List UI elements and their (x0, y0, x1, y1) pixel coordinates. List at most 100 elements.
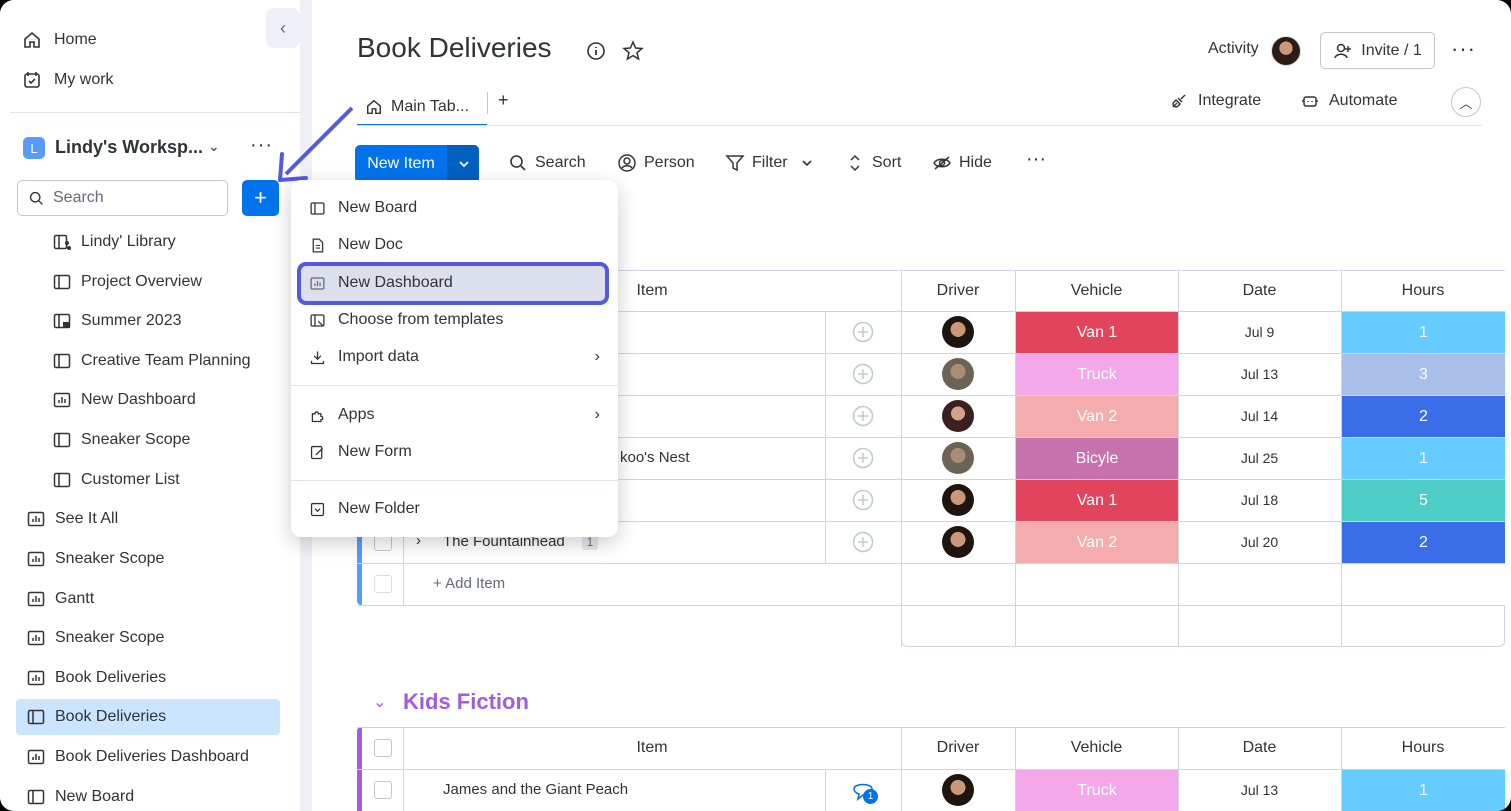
date-cell[interactable]: Jul 20 (1178, 534, 1341, 550)
avatar[interactable] (942, 358, 974, 390)
sidebar-search-input[interactable]: Search (17, 180, 228, 216)
avatar[interactable] (942, 774, 974, 806)
group-title[interactable]: Kids Fiction (403, 689, 529, 715)
sidebar-item[interactable]: Creative Team Planning (52, 343, 251, 379)
menu-choose-templates[interactable]: Choose from templates (309, 305, 503, 335)
avatar[interactable] (942, 400, 974, 432)
add-update-icon[interactable] (851, 320, 875, 344)
date-cell[interactable]: Jul 25 (1178, 450, 1341, 466)
search-button[interactable]: Search (508, 153, 586, 173)
menu-new-board[interactable]: New Board (309, 193, 417, 223)
sidebar-item[interactable]: Sneaker Scope (26, 620, 164, 656)
invite-button[interactable]: Invite / 1 (1320, 32, 1435, 69)
sidebar-item[interactable]: Sneaker Scope (52, 422, 190, 458)
sidebar-item[interactable]: New Dashboard (52, 382, 196, 418)
column-header-vehicle[interactable]: Vehicle (1015, 282, 1178, 300)
date-cell[interactable]: Jul 9 (1178, 324, 1341, 340)
avatar[interactable] (942, 484, 974, 516)
vehicle-status[interactable]: Van 1 (1016, 480, 1178, 521)
sidebar-item[interactable]: Sneaker Scope (26, 541, 164, 577)
vehicle-status[interactable]: Van 1 (1016, 312, 1178, 353)
column-header-hours[interactable]: Hours (1341, 739, 1505, 757)
tab-main-table[interactable]: Main Tab... (357, 90, 487, 126)
sidebar-item[interactable]: Project Overview (52, 264, 202, 300)
add-update-icon[interactable] (851, 446, 875, 470)
row-checkbox[interactable] (374, 781, 392, 799)
vehicle-status[interactable]: Van 2 (1016, 522, 1178, 563)
person-filter-button[interactable]: Person (617, 153, 695, 173)
avatar[interactable] (1271, 36, 1301, 66)
sidebar-item[interactable]: New Board (26, 779, 134, 811)
filter-button[interactable]: Filter (725, 153, 821, 173)
menu-new-folder[interactable]: New Folder (309, 494, 420, 524)
vehicle-status[interactable]: Truck (1016, 354, 1178, 395)
vehicle-status[interactable]: Truck (1016, 770, 1178, 811)
integrate-button[interactable]: Integrate (1169, 91, 1261, 111)
date-cell[interactable]: Jul 18 (1178, 492, 1341, 508)
add-update-icon[interactable] (851, 404, 875, 428)
sort-button[interactable]: Sort (845, 153, 901, 173)
more-icon[interactable]: ··· (1451, 36, 1476, 62)
column-header-driver[interactable]: Driver (901, 282, 1015, 300)
chevron-down-icon[interactable] (800, 156, 814, 170)
date-cell[interactable]: Jul 14 (1178, 408, 1341, 424)
automate-button[interactable]: Automate (1300, 91, 1397, 111)
hide-button[interactable]: Hide (932, 153, 992, 173)
add-update-icon[interactable] (851, 530, 875, 554)
collapse-header-button[interactable]: ︿ (1451, 87, 1481, 117)
column-header-date[interactable]: Date (1178, 739, 1341, 757)
chevron-down-icon[interactable]: ⌄ (373, 692, 386, 712)
hours-cell[interactable]: 2 (1342, 396, 1505, 437)
column-header-hours[interactable]: Hours (1341, 282, 1505, 300)
hours-cell[interactable]: 3 (1342, 354, 1505, 395)
add-update-icon[interactable] (851, 488, 875, 512)
avatar[interactable] (942, 442, 974, 474)
hours-cell[interactable]: 2 (1342, 522, 1505, 563)
nav-my-work[interactable]: My work (22, 66, 114, 94)
add-item-button[interactable]: + Add Item (433, 575, 505, 592)
new-item-button[interactable]: New Item (355, 145, 479, 183)
row-checkbox[interactable] (374, 575, 392, 593)
column-header-driver[interactable]: Driver (901, 739, 1015, 757)
nav-home[interactable]: Home (22, 26, 97, 54)
workspace-badge[interactable]: L (23, 137, 45, 159)
menu-new-form[interactable]: New Form (309, 437, 412, 467)
menu-import-data[interactable]: Import data › (309, 342, 600, 372)
hours-cell[interactable]: 1 (1342, 438, 1505, 479)
date-cell[interactable]: Jul 13 (1178, 782, 1341, 798)
sidebar-item[interactable]: Book Deliveries (16, 699, 280, 735)
sidebar-item[interactable]: Summer 2023 (52, 303, 182, 339)
column-header-vehicle[interactable]: Vehicle (1015, 739, 1178, 757)
sidebar-item[interactable]: Customer List (52, 462, 180, 498)
workspace-name[interactable]: Lindy's Worksp... (55, 137, 203, 158)
sidebar-item[interactable]: Lindy' Library (52, 224, 176, 260)
menu-apps[interactable]: Apps › (309, 400, 600, 430)
collapse-sidebar-button[interactable]: ‹ (266, 8, 300, 48)
info-icon[interactable] (585, 40, 607, 62)
more-icon[interactable]: ··· (1026, 148, 1046, 171)
column-header-item[interactable]: Item (403, 739, 901, 757)
date-cell[interactable]: Jul 13 (1178, 366, 1341, 382)
sidebar-item[interactable]: See It All (26, 501, 118, 537)
add-update-icon[interactable] (851, 362, 875, 386)
sidebar-item[interactable]: Book Deliveries (26, 660, 166, 696)
activity-link[interactable]: Activity (1208, 40, 1259, 58)
sidebar-item[interactable]: Book Deliveries Dashboard (26, 739, 249, 775)
avatar[interactable] (942, 316, 974, 348)
add-view-button[interactable]: + (498, 90, 509, 111)
menu-new-doc[interactable]: New Doc (309, 230, 403, 260)
chevron-down-icon[interactable] (447, 145, 479, 183)
item-name[interactable]: James and the Giant Peach (443, 781, 628, 798)
item-name[interactable]: koo's Nest (620, 449, 690, 466)
vehicle-status[interactable]: Van 2 (1016, 396, 1178, 437)
hours-cell[interactable]: 1 (1342, 312, 1505, 353)
chevron-down-icon[interactable]: ⌄ (208, 138, 220, 155)
sidebar-item[interactable]: Gantt (26, 581, 94, 617)
hours-cell[interactable]: 5 (1342, 480, 1505, 521)
avatar[interactable] (942, 526, 974, 558)
menu-new-dashboard[interactable]: New Dashboard (309, 268, 453, 298)
star-icon[interactable] (621, 39, 645, 63)
hours-cell[interactable]: 1 (1342, 770, 1505, 811)
select-all-checkbox[interactable] (374, 739, 392, 757)
vehicle-status[interactable]: Bicyle (1016, 438, 1178, 479)
